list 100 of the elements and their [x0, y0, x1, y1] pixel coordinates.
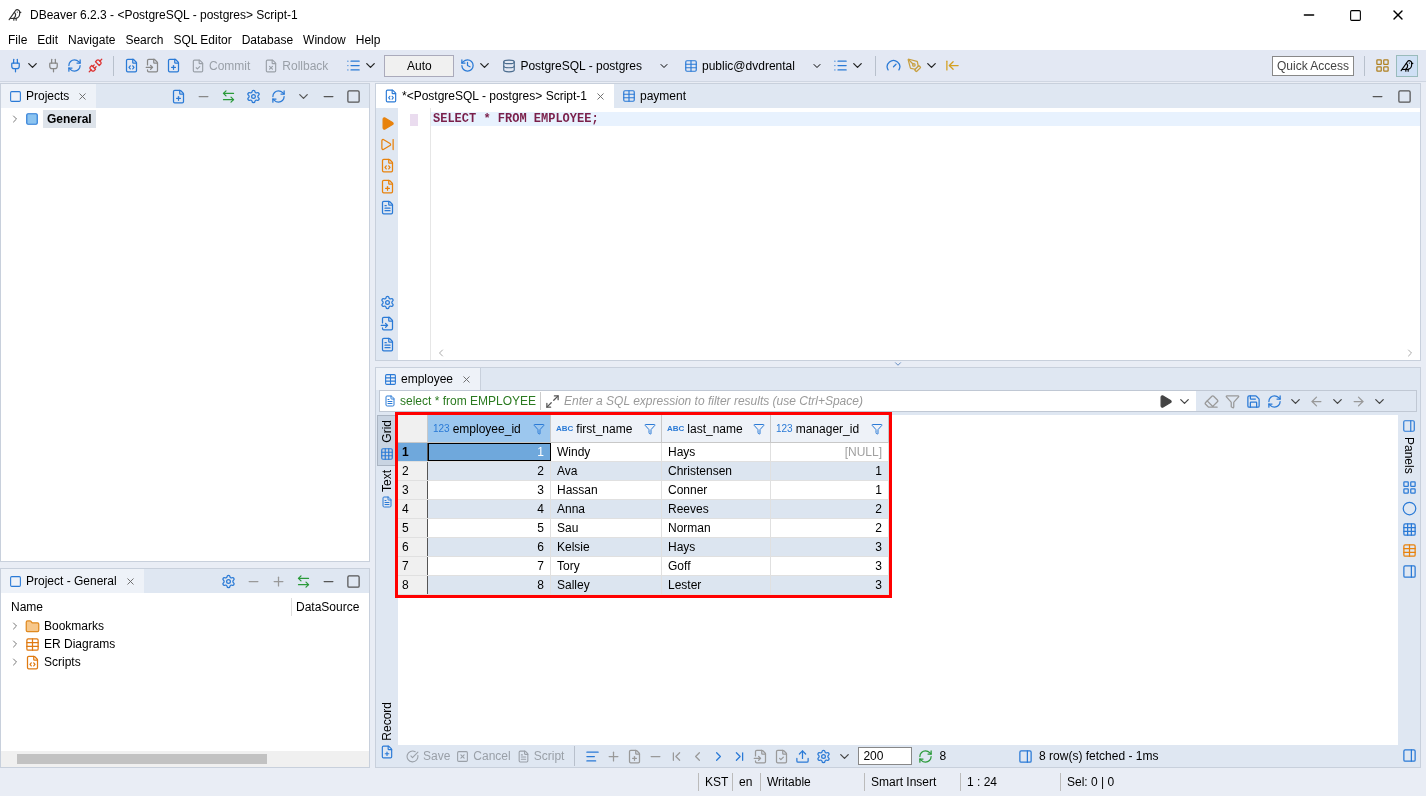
menu-item[interactable]: Window	[298, 31, 351, 49]
close-icon[interactable]	[595, 90, 606, 102]
table-cell[interactable]: 7	[428, 557, 551, 575]
menu-item[interactable]: Edit	[32, 31, 64, 49]
table-cell[interactable]: Tory	[551, 557, 662, 575]
reconnect-icon[interactable]	[67, 58, 82, 73]
tree-item[interactable]: Bookmarks	[44, 617, 105, 635]
add-row-icon[interactable]	[606, 748, 622, 764]
panels-tab[interactable]: Panels	[1400, 419, 1418, 474]
disconnect-icon[interactable]	[88, 58, 103, 73]
table-cell[interactable]: Sau	[551, 519, 662, 537]
menu-item[interactable]: Navigate	[63, 31, 121, 49]
statistics-icon[interactable]	[1018, 748, 1034, 764]
table-cell[interactable]: Christensen	[662, 462, 771, 480]
open-script-icon[interactable]	[145, 58, 160, 73]
table-cell[interactable]: 5	[428, 519, 551, 537]
table-cell[interactable]: 2	[771, 500, 889, 518]
explain-plan-icon[interactable]	[379, 200, 395, 215]
column-header[interactable]: Name	[1, 598, 291, 616]
menu-item[interactable]: Help	[350, 31, 386, 49]
perspective-button[interactable]	[1396, 54, 1418, 77]
connection-selector[interactable]: PostgreSQL - postgres	[498, 56, 674, 75]
tree-item[interactable]: General	[43, 110, 96, 128]
execute-new-tab-icon[interactable]	[379, 137, 395, 152]
menu-item[interactable]: Database	[236, 31, 299, 49]
open-perspective-icon[interactable]	[1375, 58, 1390, 73]
maximize-button[interactable]	[1349, 8, 1362, 22]
execute-icon[interactable]	[379, 116, 395, 131]
results-tab[interactable]: employee	[376, 368, 482, 390]
table-cell[interactable]: Kelsie	[551, 538, 662, 556]
link-icon[interactable]	[296, 573, 311, 589]
new-connection-icon[interactable]	[8, 58, 23, 73]
save-script-icon[interactable]	[379, 337, 395, 352]
expand-all-icon[interactable]	[271, 573, 286, 589]
column-header-cell[interactable]: 123 manager_id	[771, 415, 889, 442]
record-tab[interactable]: Record	[378, 702, 396, 767]
row-number[interactable]: 3	[398, 481, 428, 499]
table-cell[interactable]: Hays	[662, 538, 771, 556]
table-cell[interactable]: Goff	[662, 557, 771, 575]
table-cell[interactable]: Ava	[551, 462, 662, 480]
row-number[interactable]: 6	[398, 538, 428, 556]
table-cell[interactable]: 3	[771, 576, 889, 594]
row-number[interactable]: 5	[398, 519, 428, 537]
execute-script-icon[interactable]	[379, 158, 395, 173]
row-number[interactable]: 8	[398, 576, 428, 594]
view-tab[interactable]: Text	[377, 465, 397, 512]
toggle-panels-icon[interactable]	[1401, 748, 1417, 763]
table-cell[interactable]: 2	[428, 462, 551, 480]
table-cell[interactable]: Salley	[551, 576, 662, 594]
layout-icon[interactable]	[1401, 563, 1417, 579]
fetch-page-icon[interactable]	[753, 748, 769, 764]
column-header[interactable]: DataSource	[291, 598, 360, 616]
menu-item[interactable]: Search	[120, 31, 169, 49]
table-cell[interactable]: 2	[771, 519, 889, 537]
table-cell[interactable]: Conner	[662, 481, 771, 499]
back-arrow-icon[interactable]	[944, 58, 960, 73]
menu-item[interactable]: File	[3, 31, 33, 49]
editor-tab[interactable]: *<PostgreSQL - postgres> Script-1	[376, 84, 614, 108]
schema-selector[interactable]: public@dvdrental	[680, 56, 827, 75]
quick-access-field[interactable]: Quick Access	[1271, 55, 1354, 76]
load-script-icon[interactable]	[379, 316, 395, 331]
menu-item[interactable]: SQL Editor	[168, 31, 237, 49]
table-cell[interactable]: 4	[428, 500, 551, 518]
maximize-icon[interactable]	[346, 573, 361, 589]
table-cell[interactable]: 3	[771, 557, 889, 575]
close-icon[interactable]	[77, 90, 89, 102]
projects-tab[interactable]: Projects	[1, 84, 97, 108]
table-cell[interactable]: Lester	[662, 576, 771, 594]
commit-mode-button[interactable]: Auto	[384, 54, 455, 77]
column-header-cell[interactable]: 123 employee_id	[428, 415, 551, 442]
table-cell[interactable]: 1	[771, 462, 889, 480]
row-number[interactable]: 2	[398, 462, 428, 480]
table-cell[interactable]: 3	[428, 481, 551, 499]
fetch-size-field[interactable]: 200	[858, 747, 913, 765]
splitter-icon[interactable]	[893, 359, 903, 369]
outline-icon[interactable]	[832, 58, 848, 73]
dashboard-icon[interactable]	[885, 58, 901, 73]
history-icon[interactable]	[460, 58, 476, 73]
new-script-icon[interactable]	[166, 58, 181, 73]
table-cell[interactable]: Anna	[551, 500, 662, 518]
view-tab[interactable]: Grid	[377, 415, 397, 466]
tree-item[interactable]: Scripts	[44, 653, 81, 671]
table-cell[interactable]: 6	[428, 538, 551, 556]
editor-tab[interactable]: payment	[614, 84, 694, 108]
refresh-icon[interactable]	[271, 88, 286, 104]
refresh-icon[interactable]	[918, 748, 934, 764]
aggregate-icon[interactable]	[1401, 500, 1417, 516]
row-number[interactable]: 1	[398, 443, 428, 461]
link-icon[interactable]	[221, 88, 236, 104]
metadata-icon[interactable]	[1401, 521, 1417, 537]
table-cell[interactable]: 3	[771, 538, 889, 556]
settings-icon[interactable]	[221, 573, 236, 589]
table-cell[interactable]: Norman	[662, 519, 771, 537]
project-general-tab[interactable]: Project - General	[1, 569, 144, 593]
edit-row-icon[interactable]	[585, 748, 601, 764]
table-cell[interactable]: Windy	[551, 443, 662, 461]
new-project-icon[interactable]	[171, 88, 186, 104]
tree-item[interactable]: ER Diagrams	[44, 635, 116, 653]
settings-icon[interactable]	[246, 88, 261, 104]
column-header-cell[interactable]: ABC last_name	[662, 415, 771, 442]
